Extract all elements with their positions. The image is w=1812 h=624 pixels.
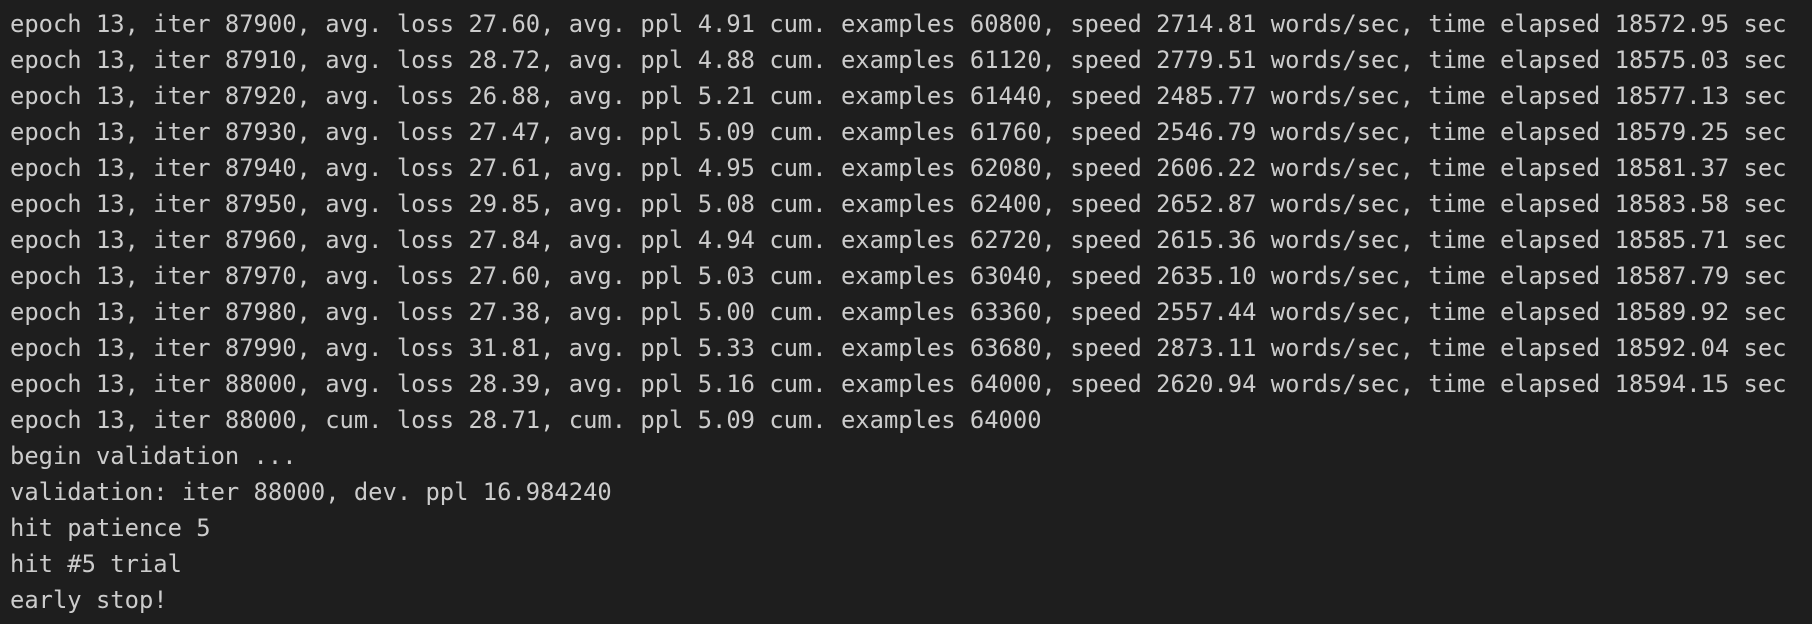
log-line: epoch 13, iter 87920, avg. loss 26.88, a… [10,82,1787,110]
patience-line: hit patience 5 [10,514,211,542]
trial-line: hit #5 trial [10,550,182,578]
cumulative-summary-line: epoch 13, iter 88000, cum. loss 28.71, c… [10,406,1042,434]
log-line: epoch 13, iter 88000, avg. loss 28.39, a… [10,370,1787,398]
log-line: epoch 13, iter 87960, avg. loss 27.84, a… [10,226,1787,254]
log-line: epoch 13, iter 87900, avg. loss 27.60, a… [10,10,1787,38]
terminal-output[interactable]: epoch 13, iter 87900, avg. loss 27.60, a… [0,0,1812,624]
log-line: epoch 13, iter 87990, avg. loss 31.81, a… [10,334,1787,362]
early-stop-line: early stop! [10,586,168,614]
validation-result-line: validation: iter 88000, dev. ppl 16.9842… [10,478,612,506]
log-line: epoch 13, iter 87980, avg. loss 27.38, a… [10,298,1787,326]
log-line: epoch 13, iter 87970, avg. loss 27.60, a… [10,262,1787,290]
log-line: epoch 13, iter 87940, avg. loss 27.61, a… [10,154,1787,182]
validation-begin-line: begin validation ... [10,442,297,470]
log-line: epoch 13, iter 87910, avg. loss 28.72, a… [10,46,1787,74]
log-line: epoch 13, iter 87950, avg. loss 29.85, a… [10,190,1787,218]
log-line: epoch 13, iter 87930, avg. loss 27.47, a… [10,118,1787,146]
